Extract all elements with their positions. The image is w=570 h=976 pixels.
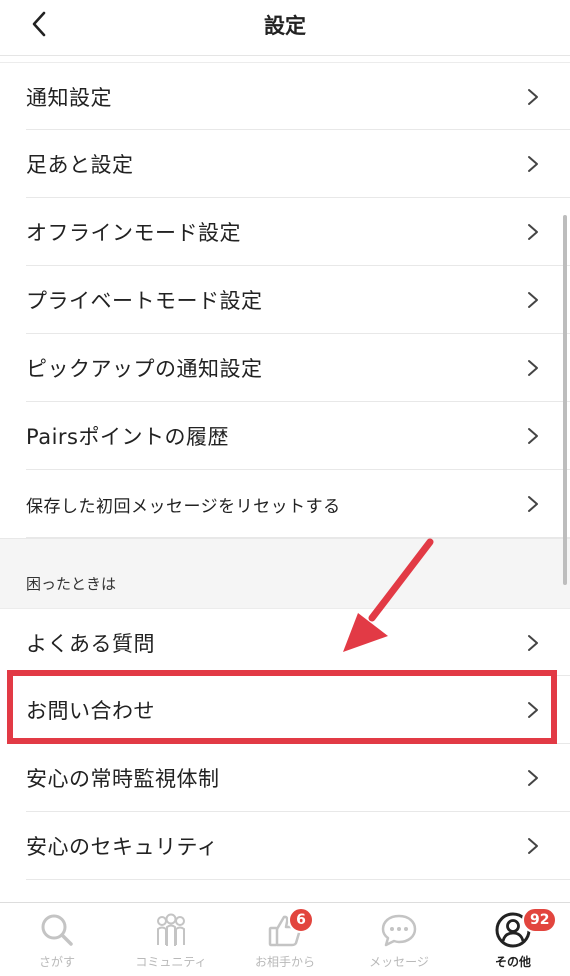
tab-label: さがす — [38, 955, 75, 969]
notification-badge: 92 — [522, 907, 558, 933]
help-item-label: よくある質問 — [26, 631, 155, 656]
tab-label: お相手から — [254, 955, 315, 969]
search-icon — [41, 914, 73, 946]
chat-bubble-icon — [381, 914, 417, 947]
help-item-label: 安心の常時監視体制 — [26, 767, 220, 791]
bottom-tab-bar: さがす コミュニティ 6 お相手から メッセージ 92 その他 — [0, 902, 570, 976]
help-item-monitoring[interactable]: 安心の常時監視体制 — [0, 744, 570, 812]
nav-header: 設定 — [0, 0, 570, 56]
settings-item-pickup-notification[interactable]: ピックアップの通知設定 — [0, 334, 570, 402]
settings-item-private-mode[interactable]: プライベートモード設定 — [0, 266, 570, 334]
tab-search[interactable]: さがす — [0, 903, 114, 976]
settings-item-label: Pairsポイントの履歴 — [26, 425, 229, 449]
chevron-right-icon — [528, 634, 538, 651]
settings-item-label: 通知設定 — [26, 85, 112, 110]
chevron-right-icon — [528, 360, 538, 376]
settings-item-reset-first-message[interactable]: 保存した初回メッセージをリセットする — [0, 470, 570, 538]
chevron-right-icon — [528, 770, 538, 786]
settings-item-label: 足あと設定 — [26, 153, 134, 177]
tab-label: メッセージ — [369, 955, 429, 969]
tab-other[interactable]: 92 その他 — [456, 903, 570, 976]
help-item-security[interactable]: 安心のセキュリティ — [0, 812, 570, 880]
settings-item-label: ピックアップの通知設定 — [26, 357, 263, 381]
settings-item-footprint[interactable]: 足あと設定 — [0, 130, 570, 198]
help-item-faq[interactable]: よくある質問 — [0, 608, 570, 676]
chevron-right-icon — [528, 838, 538, 854]
scrollbar[interactable] — [563, 215, 567, 585]
page-title: 設定 — [264, 14, 306, 38]
highlight-box — [7, 670, 557, 744]
settings-list: 通知設定 足あと設定 オフラインモード設定 プライベートモード設定 ピックアップ… — [0, 62, 570, 880]
settings-item-notification[interactable]: 通知設定 — [0, 62, 570, 130]
chevron-right-icon — [528, 224, 538, 240]
settings-item-offline-mode[interactable]: オフラインモード設定 — [0, 198, 570, 266]
chevron-right-icon — [528, 156, 538, 172]
community-icon — [157, 913, 185, 946]
settings-item-label: プライベートモード設定 — [26, 289, 263, 313]
section-title: 困ったときは — [26, 575, 117, 593]
tab-messages[interactable]: メッセージ — [342, 903, 456, 976]
chevron-right-icon — [528, 88, 538, 105]
chevron-right-icon — [528, 428, 538, 444]
notification-badge: 6 — [288, 907, 314, 933]
help-section-header: 困ったときは — [0, 538, 570, 608]
tab-label: コミュニティ — [135, 955, 207, 969]
chevron-right-icon — [528, 496, 538, 512]
chevron-right-icon — [528, 292, 538, 308]
tab-from-partner[interactable]: 6 お相手から — [228, 903, 342, 976]
tab-label: その他 — [494, 955, 531, 969]
settings-item-label: 保存した初回メッセージをリセットする — [26, 496, 341, 517]
tab-community[interactable]: コミュニティ — [114, 903, 228, 976]
settings-item-label: オフラインモード設定 — [26, 221, 241, 245]
help-item-label: 安心のセキュリティ — [26, 835, 219, 859]
settings-item-points-history[interactable]: Pairsポイントの履歴 — [0, 402, 570, 470]
